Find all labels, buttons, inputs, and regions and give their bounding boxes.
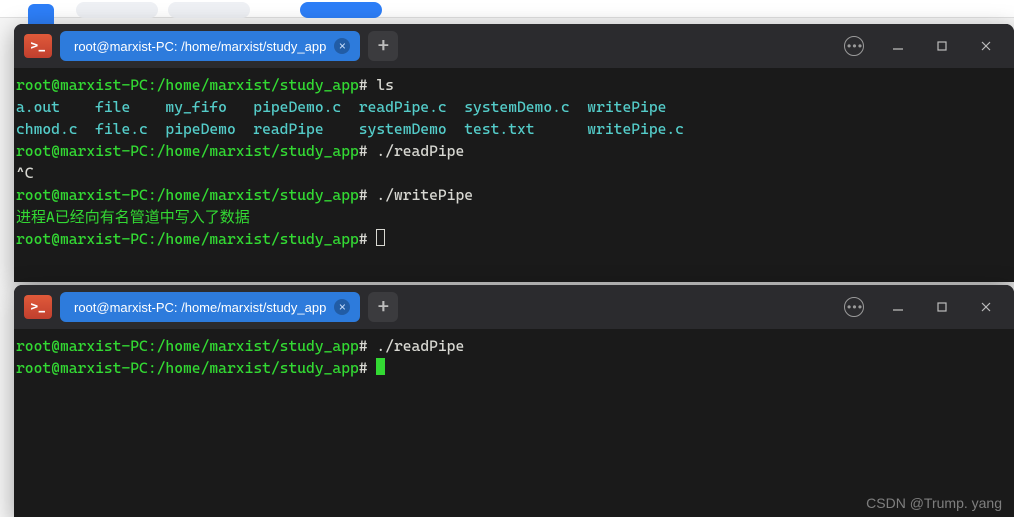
minimize-button[interactable] bbox=[880, 31, 916, 61]
titlebar: >_ root@marxist-PC: /home/marxist/study_… bbox=[14, 24, 1014, 68]
program-output: 进程A已经向有名管道中写入了数据 bbox=[16, 208, 250, 226]
terminal-output[interactable]: root@marxist-PC:/home/marxist/study_app#… bbox=[14, 329, 1014, 385]
tab-title: root@marxist-PC: /home/marxist/study_app bbox=[74, 300, 326, 315]
minimize-icon bbox=[891, 300, 905, 314]
background-tab bbox=[76, 2, 158, 18]
menu-button[interactable]: ••• bbox=[836, 292, 872, 322]
terminal-app-icon: >_ bbox=[24, 295, 52, 319]
background-tab-active bbox=[300, 2, 382, 18]
prompt-user: root@marxist-PC bbox=[16, 230, 148, 248]
prompt-user: root@marxist-PC bbox=[16, 337, 148, 355]
new-tab-button[interactable]: + bbox=[368, 292, 398, 322]
command-text bbox=[368, 230, 377, 248]
prompt-hash: # bbox=[359, 337, 368, 355]
command-text: ./writePipe bbox=[368, 186, 473, 204]
prompt-path: :/home/marxist/study_app bbox=[148, 230, 359, 248]
menu-button[interactable]: ••• bbox=[836, 31, 872, 61]
command-text bbox=[368, 359, 377, 377]
tab-close-icon[interactable]: × bbox=[334, 299, 350, 315]
tab-close-icon[interactable]: × bbox=[334, 38, 350, 54]
prompt-user: root@marxist-PC bbox=[16, 359, 148, 377]
prompt-path: :/home/marxist/study_app bbox=[148, 142, 359, 160]
prompt-path: :/home/marxist/study_app bbox=[148, 359, 359, 377]
background-tab bbox=[168, 2, 250, 18]
titlebar: >_ root@marxist-PC: /home/marxist/study_… bbox=[14, 285, 1014, 329]
ctrl-c-text: ^C bbox=[16, 164, 34, 182]
terminal-output[interactable]: root@marxist-PC:/home/marxist/study_app#… bbox=[14, 68, 1014, 256]
close-icon bbox=[979, 300, 993, 314]
maximize-icon bbox=[935, 39, 949, 53]
maximize-button[interactable] bbox=[924, 292, 960, 322]
command-text: ls bbox=[368, 76, 394, 94]
ellipsis-icon: ••• bbox=[844, 297, 864, 317]
prompt-path: :/home/marxist/study_app bbox=[148, 76, 359, 94]
prompt-user: root@marxist-PC bbox=[16, 186, 148, 204]
watermark-text: CSDN @Trump. yang bbox=[866, 495, 1002, 511]
prompt-hash: # bbox=[359, 359, 368, 377]
command-text: ./readPipe bbox=[368, 142, 465, 160]
cursor-icon bbox=[376, 229, 385, 246]
ls-output-line: a.out file my_fifo pipeDemo.c readPipe.c… bbox=[16, 98, 666, 116]
terminal-window-bottom: >_ root@marxist-PC: /home/marxist/study_… bbox=[14, 285, 1014, 517]
terminal-window-top: >_ root@marxist-PC: /home/marxist/study_… bbox=[14, 24, 1014, 282]
prompt-hash: # bbox=[359, 186, 368, 204]
close-icon bbox=[979, 39, 993, 53]
tab-title: root@marxist-PC: /home/marxist/study_app bbox=[74, 39, 326, 54]
prompt-hash: # bbox=[359, 230, 368, 248]
ellipsis-icon: ••• bbox=[844, 36, 864, 56]
new-tab-button[interactable]: + bbox=[368, 31, 398, 61]
close-button[interactable] bbox=[968, 31, 1004, 61]
terminal-app-icon: >_ bbox=[24, 34, 52, 58]
prompt-user: root@marxist-PC bbox=[16, 142, 148, 160]
cursor-icon bbox=[376, 358, 385, 375]
minimize-button[interactable] bbox=[880, 292, 916, 322]
close-button[interactable] bbox=[968, 292, 1004, 322]
prompt-path: :/home/marxist/study_app bbox=[148, 337, 359, 355]
prompt-hash: # bbox=[359, 76, 368, 94]
command-text: ./readPipe bbox=[368, 337, 465, 355]
minimize-icon bbox=[891, 39, 905, 53]
maximize-icon bbox=[935, 300, 949, 314]
prompt-path: :/home/marxist/study_app bbox=[148, 186, 359, 204]
tab-active[interactable]: root@marxist-PC: /home/marxist/study_app… bbox=[60, 31, 360, 61]
tab-active[interactable]: root@marxist-PC: /home/marxist/study_app… bbox=[60, 292, 360, 322]
prompt-user: root@marxist-PC bbox=[16, 76, 148, 94]
prompt-hash: # bbox=[359, 142, 368, 160]
ls-output-line: chmod.c file.c pipeDemo readPipe systemD… bbox=[16, 120, 684, 138]
maximize-button[interactable] bbox=[924, 31, 960, 61]
